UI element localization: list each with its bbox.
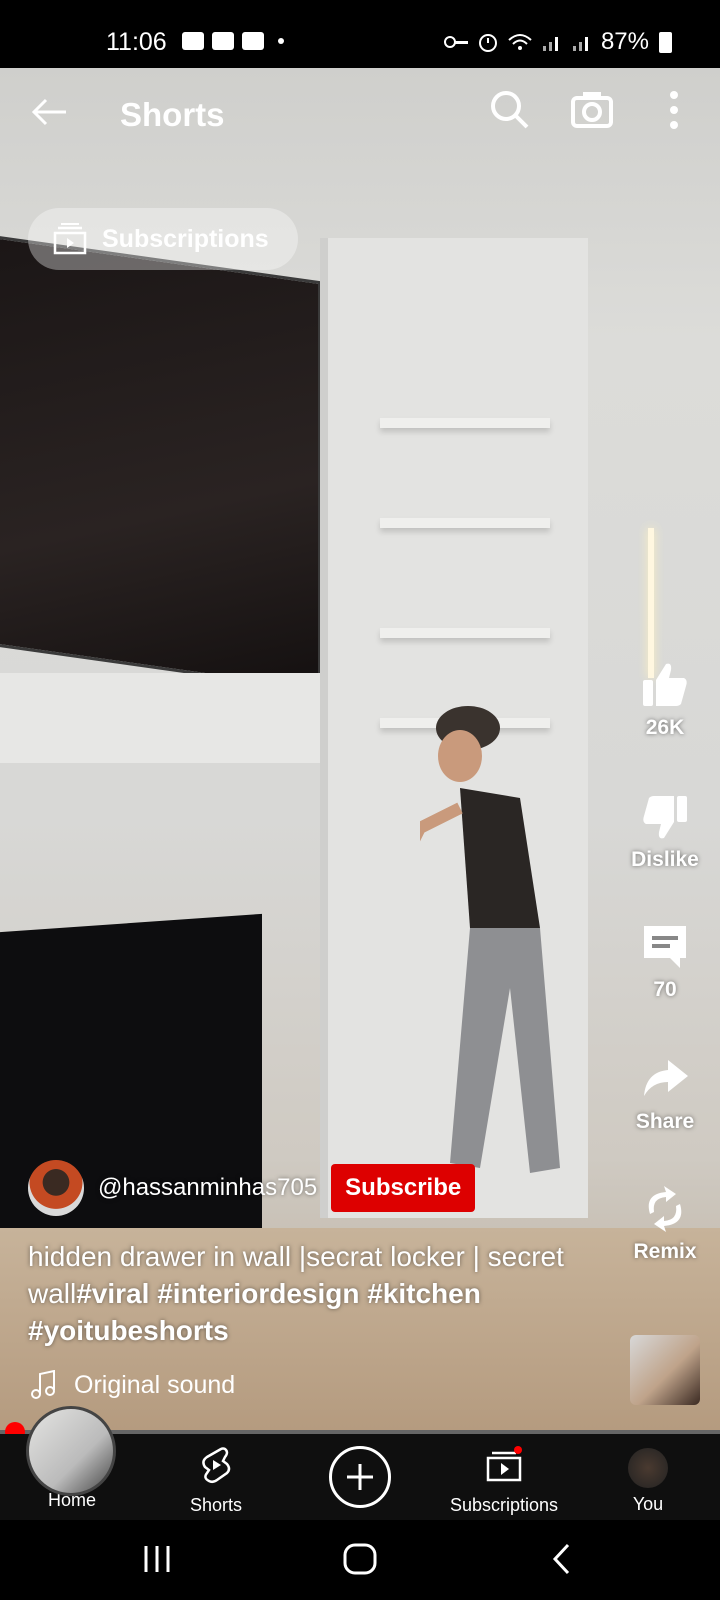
camera-icon[interactable] [570,88,614,130]
music-note-icon [31,1370,55,1399]
system-nav-bar [0,1520,720,1600]
remix-button[interactable]: Remix [610,1184,720,1264]
nav-you[interactable]: You [578,1434,718,1515]
status-bar: 11:06 87% [0,0,720,68]
dislike-button[interactable]: Dislike [610,792,720,872]
hashtag[interactable]: #viral [76,1278,149,1309]
hashtag[interactable]: #yoitubeshorts [28,1315,229,1346]
bottom-nav: Home Shorts Subscriptions You [0,1406,720,1520]
channel-row: @hassanminhas705 Subscribe [28,1160,476,1216]
like-button[interactable]: 26K [610,660,720,740]
battery-icon [659,31,672,53]
status-time: 11:06 [106,28,167,56]
video-scene-shelf [380,418,550,428]
channel-avatar[interactable] [28,1160,84,1216]
wifi-icon [508,34,532,50]
nav-you-label: You [632,1494,664,1514]
subscriptions-icon [486,1446,522,1482]
subscriptions-chip-label: Subscriptions [102,224,269,253]
plus-icon [347,1464,373,1490]
remix-icon [648,1186,682,1232]
subscriptions-chip[interactable]: Subscriptions [28,208,298,270]
more-notifications-dot-icon [278,38,284,44]
create-button[interactable] [329,1446,391,1508]
signal-icon [542,37,558,51]
nav-home[interactable]: Home [2,1406,142,1511]
nav-subscriptions[interactable]: Subscriptions [434,1434,574,1516]
like-icon [643,663,687,706]
share-icon [644,1060,688,1096]
sound-label: Original sound [74,1370,236,1399]
video-scene-shelf [380,628,550,638]
video-scene-tv [0,234,321,693]
status-right: 87% [443,28,672,56]
sound-row[interactable]: Original sound [30,1370,235,1400]
subscriptions-icon [53,223,87,255]
back-arrow-icon[interactable] [30,92,70,132]
comment-icon [644,926,686,968]
page-title: Shorts [120,96,225,133]
video-scene-mantle [0,673,365,763]
youtube-notification-icon [212,32,234,50]
nav-subscriptions-label: Subscriptions [449,1495,559,1515]
nav-shorts-label: Shorts [189,1495,243,1515]
more-vert-icon[interactable] [660,88,688,132]
gallery-notification-icon [182,32,204,50]
video-scene-person [420,706,560,1173]
battery-percent: 87% [600,28,649,55]
home-system-icon[interactable] [342,1542,378,1576]
alarm-icon [478,34,497,52]
profile-avatar [628,1448,668,1488]
top-bar: Shorts [0,68,720,158]
youtube-notification-icon-2 [242,32,264,50]
shorts-icon [202,1447,231,1484]
notification-icons [182,32,284,50]
comments-button[interactable]: 70 [610,922,720,1002]
dislike-icon [643,796,687,839]
dislike-label: Dislike [631,848,699,871]
key-icon [443,36,468,48]
recent-apps-icon[interactable] [140,1544,174,1574]
comment-count: 70 [653,978,677,1001]
nav-create[interactable] [290,1434,430,1508]
like-count: 26K [645,716,685,739]
video-scene-shelf [380,518,550,528]
subscribe-button[interactable]: Subscribe [331,1164,476,1212]
video-caption[interactable]: hidden drawer in wall |secrat locker | s… [28,1238,588,1349]
nav-shorts[interactable]: Shorts [146,1434,286,1516]
video-scene-lamp [648,528,654,678]
share-label: Share [635,1110,695,1133]
hashtag[interactable]: #interiordesign [157,1278,359,1309]
home-thumbnail [26,1406,116,1496]
back-system-icon[interactable] [550,1542,574,1576]
share-button[interactable]: Share [610,1054,720,1134]
sound-thumbnail[interactable] [630,1335,700,1405]
channel-handle[interactable]: @hassanminhas705 [98,1174,317,1202]
remix-label: Remix [633,1240,697,1263]
hashtag[interactable]: #kitchen [367,1278,481,1309]
signal-icon-2 [572,37,588,51]
search-icon[interactable] [488,88,530,130]
